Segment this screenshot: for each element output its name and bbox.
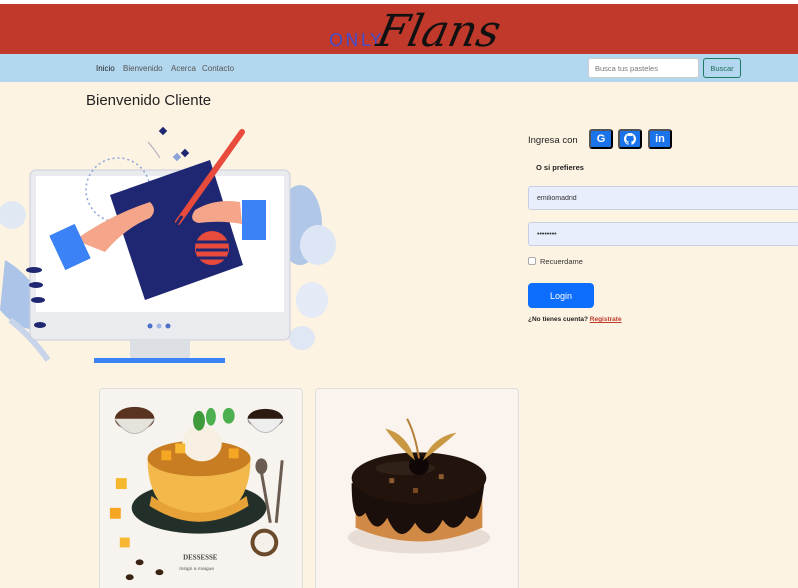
nav-link-contacto[interactable]: Contacto [202,64,234,73]
flan-caption-title: DESSESSE [183,554,218,561]
chocolate-cake-image [316,389,518,588]
linkedin-login-button[interactable]: in [648,129,672,149]
flan-caption-subtitle: Insign a maigue [179,566,214,572]
login-button[interactable]: Login [528,283,594,308]
google-icon: G [596,133,606,145]
brand-header: ONLY Flans [0,4,798,57]
flan-dessert-image: DESSESSE Insign a maigue [100,389,302,588]
nav-link-acerca[interactable]: Acerca [171,64,196,73]
nav-link-inicio[interactable]: Inicio [96,64,115,73]
remember-label: Recuerdame [540,257,583,266]
remember-checkbox[interactable] [528,257,536,265]
search-button[interactable]: Buscar [703,58,741,78]
alternative-login-label: O si prefieres [536,163,584,172]
github-icon [624,133,636,145]
register-link[interactable]: Registrate [590,316,622,323]
nav-link-bienvenido[interactable]: Bienvenido [123,64,163,73]
google-login-button[interactable]: G [589,129,613,149]
ingresa-con-label: Ingresa con [528,135,578,146]
password-field[interactable] [528,222,798,246]
no-account-text: ¿No tienes cuenta? [528,316,588,323]
register-prompt: ¿No tienes cuenta? Registrate [528,316,622,323]
search-input[interactable] [588,58,699,78]
page-title: Bienvenido Cliente [86,92,212,109]
linkedin-icon: in [655,133,665,145]
product-card-chocolate-cake[interactable] [315,388,519,588]
computer-illustration [0,126,336,363]
product-card-flan[interactable]: DESSESSE Insign a maigue [99,388,303,588]
brand-logo-flans: Flans [372,6,506,57]
username-field[interactable] [528,186,798,210]
github-login-button[interactable] [618,129,642,149]
